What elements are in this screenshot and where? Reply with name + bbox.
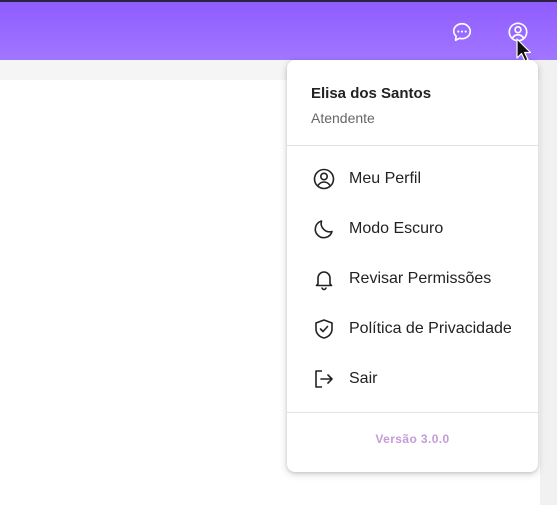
mouse-cursor-icon: [516, 38, 532, 62]
menu-item-privacy-policy[interactable]: Política de Privacidade: [287, 307, 538, 351]
bell-icon: [312, 267, 336, 291]
moon-icon: [312, 217, 336, 241]
logout-icon: [312, 367, 336, 391]
user-info: Elisa dos Santos Atendente: [311, 84, 431, 128]
account-circle-icon: [312, 167, 336, 191]
menu-item-label: Modo Escuro: [349, 220, 444, 237]
menu-item-logout[interactable]: Sair: [287, 357, 538, 401]
user-dropdown-menu: Elisa dos Santos Atendente Meu Perfil Mo…: [287, 60, 538, 472]
menu-item-permissions[interactable]: Revisar Permissões: [287, 257, 538, 301]
user-role: Atendente: [311, 110, 375, 126]
divider: [287, 412, 538, 413]
chat-bubble-icon: [452, 22, 472, 42]
divider: [287, 145, 538, 146]
chat-button[interactable]: [448, 18, 476, 46]
menu-item-label: Sair: [349, 370, 378, 387]
user-name: Elisa dos Santos: [311, 85, 432, 102]
menu-item-label: Política de Privacidade: [349, 320, 512, 337]
menu-item-profile[interactable]: Meu Perfil: [287, 157, 538, 201]
page-scrollbar[interactable]: [540, 60, 557, 505]
top-app-bar: [0, 0, 557, 60]
shield-check-icon: [312, 317, 336, 341]
app-version: Versão 3.0.0: [375, 432, 450, 446]
menu-item-dark-mode[interactable]: Modo Escuro: [287, 207, 538, 251]
menu-item-label: Revisar Permissões: [349, 270, 492, 287]
menu-item-label: Meu Perfil: [349, 170, 422, 187]
